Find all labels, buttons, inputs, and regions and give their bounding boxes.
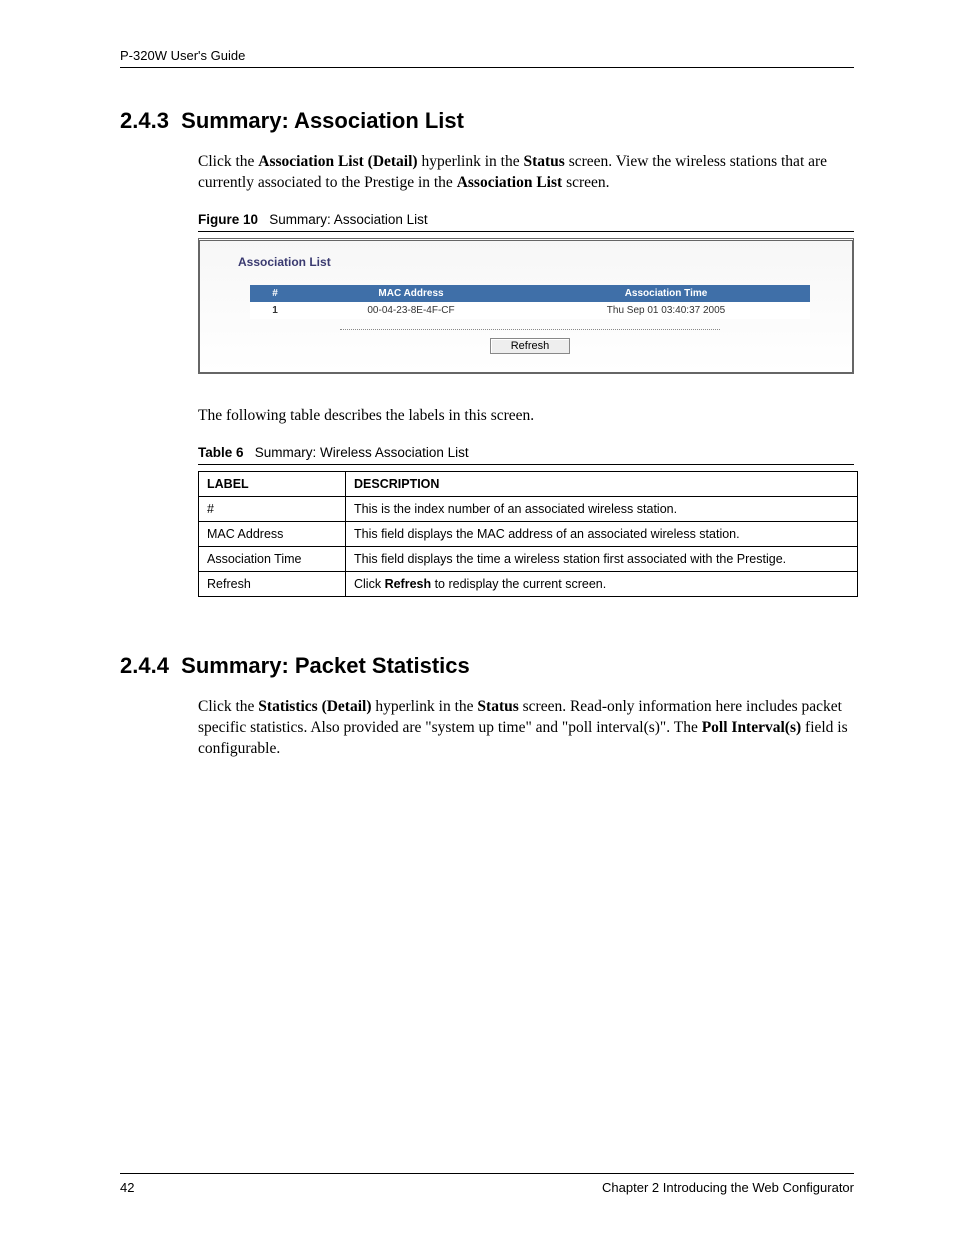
separator bbox=[340, 329, 720, 330]
section-title: Summary: Packet Statistics bbox=[181, 653, 470, 678]
table6-caption: Table 6 Summary: Wireless Association Li… bbox=[198, 445, 854, 465]
col-mac: MAC Address bbox=[300, 285, 522, 302]
refresh-button[interactable]: Refresh bbox=[490, 338, 571, 354]
th-description: DESCRIPTION bbox=[346, 471, 858, 496]
page-number: 42 bbox=[120, 1180, 134, 1195]
col-time: Association Time bbox=[522, 285, 810, 302]
table-row: MAC Address This field displays the MAC … bbox=[199, 521, 858, 546]
section2-paragraph: Click the Statistics (Detail) hyperlink … bbox=[198, 697, 854, 760]
chapter-label: Chapter 2 Introducing the Web Configurat… bbox=[602, 1180, 854, 1195]
footer: 42 Chapter 2 Introducing the Web Configu… bbox=[120, 1173, 854, 1195]
figure-panel-title: Association List bbox=[238, 255, 822, 269]
section1-paragraph: Click the Association List (Detail) hype… bbox=[198, 152, 854, 194]
heading-2-4-4: 2.4.4 Summary: Packet Statistics bbox=[120, 653, 854, 679]
running-head: P-320W User's Guide bbox=[120, 48, 854, 68]
section-number: 2.4.3 bbox=[120, 108, 169, 133]
figure-caption: Figure 10 Summary: Association List bbox=[198, 212, 854, 232]
figure-10: Association List # MAC Address Associati… bbox=[198, 238, 854, 374]
association-list-table: # MAC Address Association Time 1 00-04-2… bbox=[250, 285, 810, 319]
section-number: 2.4.4 bbox=[120, 653, 169, 678]
table-row: Association Time This field displays the… bbox=[199, 546, 858, 571]
mid-paragraph: The following table describes the labels… bbox=[198, 406, 854, 427]
table-row: 1 00-04-23-8E-4F-CF Thu Sep 01 03:40:37 … bbox=[250, 302, 810, 319]
table-row: # This is the index number of an associa… bbox=[199, 496, 858, 521]
heading-2-4-3: 2.4.3 Summary: Association List bbox=[120, 108, 854, 134]
table-row: Refresh Click Refresh to redisplay the c… bbox=[199, 571, 858, 596]
table-6: LABEL DESCRIPTION # This is the index nu… bbox=[198, 471, 858, 597]
section-title: Summary: Association List bbox=[181, 108, 464, 133]
col-index: # bbox=[250, 285, 300, 302]
th-label: LABEL bbox=[199, 471, 346, 496]
